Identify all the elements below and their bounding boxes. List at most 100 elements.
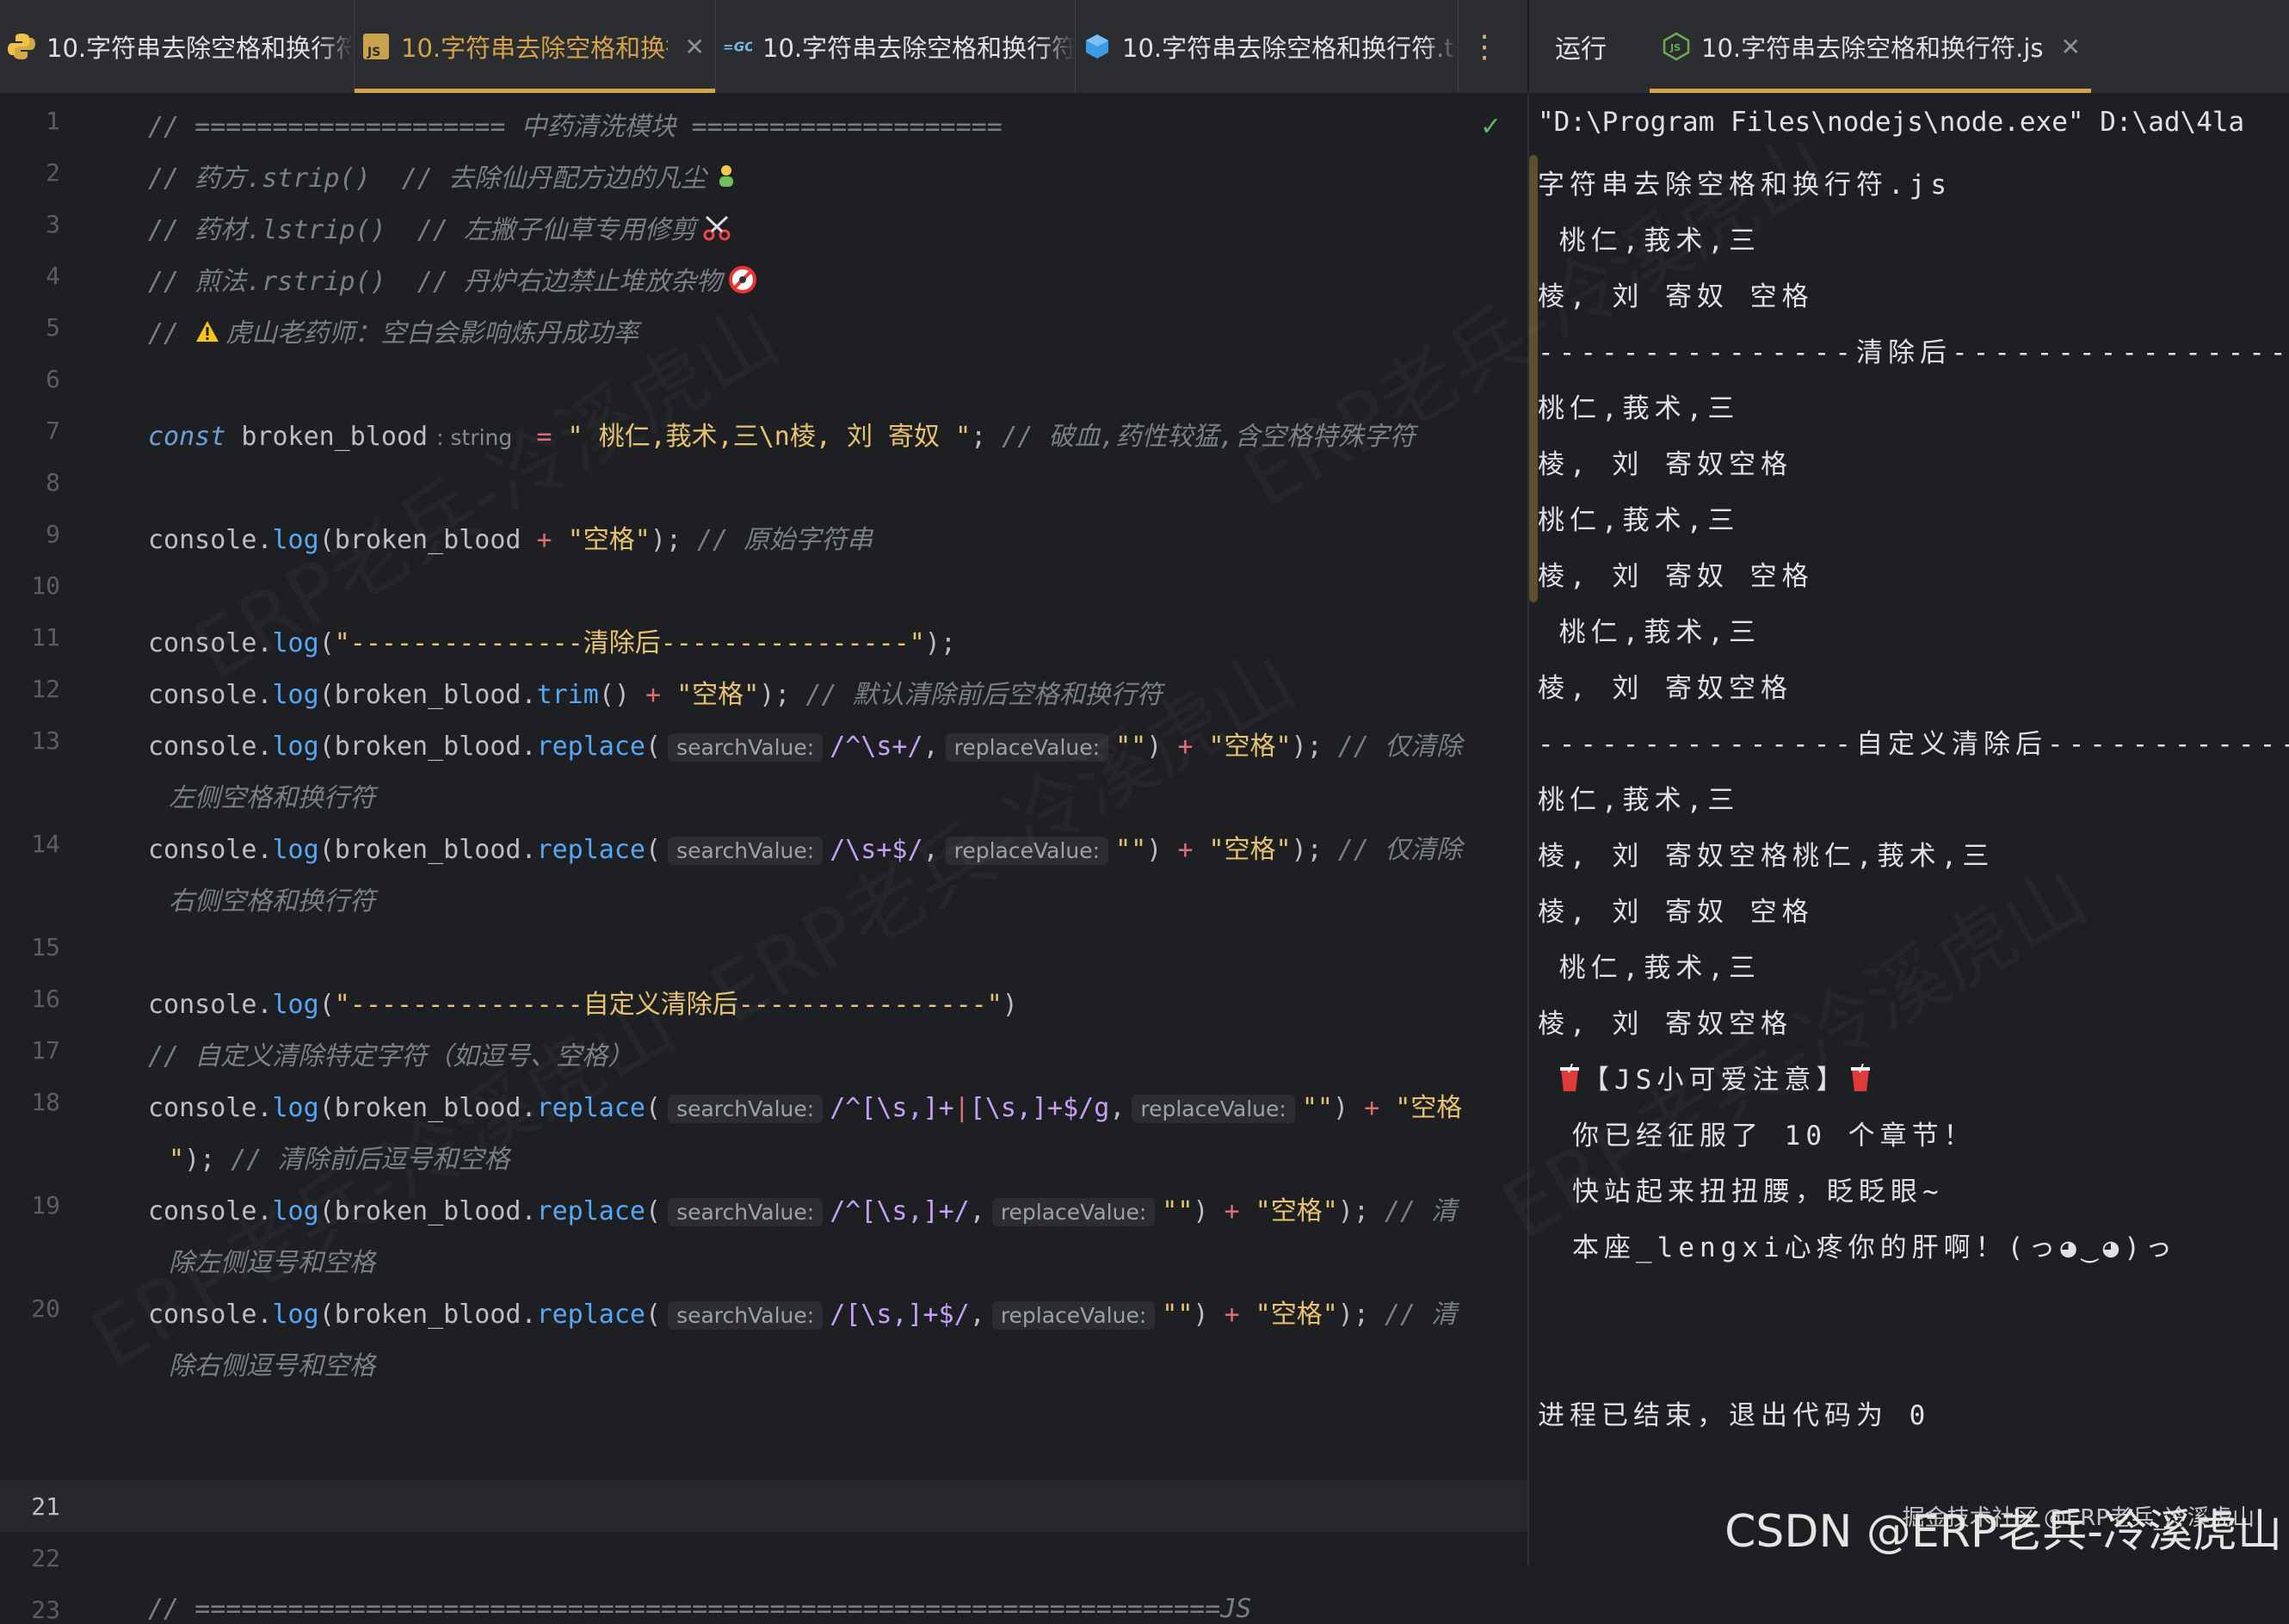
code-line: // 药材.lstrip() // 左撇子仙草专用修剪 bbox=[148, 208, 731, 248]
line-number: 10 bbox=[31, 571, 60, 600]
close-icon[interactable]: ✕ bbox=[2061, 33, 2081, 61]
tab-label: 10.字符串去除空格和换行符.go bbox=[762, 34, 1075, 63]
output-line: 棱, 刘 寄奴 空格 bbox=[1538, 897, 1814, 928]
line-number: 18 bbox=[31, 1088, 60, 1116]
svg-text:JS: JS bbox=[1669, 42, 1681, 53]
line-number: 11 bbox=[31, 623, 60, 651]
person-icon bbox=[713, 164, 739, 196]
parameter-hint: searchValue: bbox=[668, 1095, 824, 1123]
code-line: console.log(broken_blood.replace(searchV… bbox=[148, 1196, 1458, 1226]
line-number: 23 bbox=[31, 1596, 60, 1624]
output-line: 字符串去除空格和换行符.js bbox=[1538, 170, 1952, 201]
code-line: console.log(broken_blood.replace(searchV… bbox=[148, 1300, 1458, 1330]
close-icon[interactable]: ✕ bbox=[685, 33, 705, 61]
code-line: // 煎法.rstrip() // 丹炉右边禁止堆放杂物 bbox=[148, 260, 757, 300]
output-line: 棱, 刘 寄奴空格 bbox=[1538, 673, 1792, 704]
run-output-panel[interactable]: "D:\Program Files\nodejs\node.exe" D:\ad… bbox=[1527, 93, 2289, 1566]
line-number: 12 bbox=[31, 675, 60, 703]
check-icon: ✓ bbox=[1482, 108, 1500, 143]
line-number: 7 bbox=[46, 417, 60, 445]
code-line: // =====================================… bbox=[148, 1594, 1252, 1624]
parameter-hint: replaceValue: bbox=[1132, 1095, 1295, 1123]
output-line: 棱, 刘 寄奴 空格 bbox=[1538, 561, 1814, 592]
line-number: 5 bbox=[46, 313, 60, 342]
process-exit-line: 进程已结束，退出代码为 0 bbox=[1538, 1400, 1931, 1431]
output-line: 桃仁,莪术,三 bbox=[1538, 617, 1761, 648]
svg-text:JS: JS bbox=[367, 46, 380, 59]
parameter-hint: searchValue: bbox=[668, 837, 824, 865]
parameter-hint: searchValue: bbox=[668, 1198, 824, 1226]
code-line: 除右侧逗号和空格 bbox=[169, 1351, 375, 1381]
line-number: 9 bbox=[46, 520, 60, 548]
line-number: 4 bbox=[46, 262, 60, 290]
code-line: console.log("---------------清除后---------… bbox=[148, 628, 956, 658]
line-number: 2 bbox=[46, 158, 60, 187]
code-line: const broken_blood: string = " 桃仁,莪术,三\n… bbox=[148, 422, 1416, 452]
output-line: 你已经征服了 10 个章节！ bbox=[1572, 1121, 1976, 1152]
line-number: 19 bbox=[31, 1191, 60, 1220]
editor-tab-bar: 10.字符串去除空格和换行符.py JS 10.字符串去除空格和换行符.js ✕… bbox=[0, 0, 1527, 94]
cube-icon bbox=[1083, 32, 1112, 61]
line-number: 1 bbox=[46, 107, 60, 135]
python-icon bbox=[7, 32, 36, 61]
parameter-hint: searchValue: bbox=[668, 1301, 824, 1330]
code-line: console.log(broken_blood.replace(searchV… bbox=[148, 1093, 1463, 1123]
code-line: console.log(broken_blood.replace(searchV… bbox=[148, 732, 1462, 762]
warning-icon bbox=[194, 319, 220, 350]
cup-icon bbox=[1848, 1063, 1873, 1100]
output-line: 棱, 刘 寄奴空格桃仁,莪术,三 bbox=[1538, 841, 1995, 872]
output-line: 本座_lengxi心疼你的肝啊！(っ◕‿◕)っ bbox=[1572, 1232, 2177, 1263]
scissors-icon bbox=[703, 215, 731, 248]
no-entry-icon bbox=[729, 265, 757, 300]
parameter-hint: replaceValue: bbox=[945, 837, 1109, 865]
tab-label: 10.字符串去除空格和换行符.ts bbox=[1122, 34, 1459, 63]
code-line: 左侧空格和换行符 bbox=[169, 783, 375, 813]
run-panel-label: 运行 bbox=[1555, 34, 1607, 65]
line-number: 16 bbox=[31, 985, 60, 1013]
csdn-credit: CSDN @ERP老兵-冷溪虎山 bbox=[1724, 1506, 2282, 1558]
output-line: 桃仁,莪术,三 bbox=[1538, 225, 1761, 256]
more-tabs-icon[interactable]: ⋮ bbox=[1459, 0, 1510, 93]
line-number: 17 bbox=[31, 1036, 60, 1065]
code-line: console.log(broken_blood.replace(searchV… bbox=[148, 835, 1462, 865]
line-number: 3 bbox=[46, 210, 60, 238]
parameter-hint: searchValue: bbox=[668, 733, 824, 762]
tab-label: 10.字符串去除空格和换行符.py bbox=[46, 34, 354, 63]
output-line: 棱, 刘 寄奴空格 bbox=[1538, 449, 1792, 480]
line-number: 21 bbox=[31, 1492, 60, 1521]
output-line: 棱, 刘 寄奴空格 bbox=[1538, 1009, 1792, 1040]
code-line: 除左侧逗号和空格 bbox=[169, 1248, 375, 1278]
tab-python-file[interactable]: 10.字符串去除空格和换行符.py bbox=[0, 0, 355, 93]
line-number: 15 bbox=[31, 933, 60, 961]
output-line: 棱, 刘 寄奴 空格 bbox=[1538, 281, 1814, 312]
tab-run-config[interactable]: JS 10.字符串去除空格和换行符.js ✕ bbox=[1650, 0, 2091, 93]
code-editor[interactable]: ✓ 1 2 3 4 5 6 7 8 9 10 11 12 13 14 15 16… bbox=[0, 93, 1527, 1624]
output-line: 快站起来扭扭腰，眨眨眼~ bbox=[1572, 1176, 1944, 1207]
parameter-hint: replaceValue: bbox=[991, 1198, 1156, 1226]
code-line: console.log(broken_blood + "空格"); // 原始字… bbox=[148, 525, 873, 555]
code-line: console.log("---------------自定义清除后------… bbox=[148, 990, 1018, 1020]
code-line: console.log(broken_blood.trim() + "空格");… bbox=[148, 680, 1163, 710]
output-line: "D:\Program Files\nodejs\node.exe" D:\ad… bbox=[1538, 107, 2245, 138]
output-line: 【JS小可爱注意】 bbox=[1557, 1058, 1873, 1100]
code-line: "); // 清除前后逗号和空格 bbox=[169, 1145, 510, 1175]
scrollbar[interactable] bbox=[1529, 155, 1538, 602]
code-line: // ==================== 中药清洗模块 =========… bbox=[148, 112, 1003, 142]
code-line: // 虎山老药师：空白会影响炼丹成功率 bbox=[148, 318, 639, 350]
tab-ts-file[interactable]: 10.字符串去除空格和换行符.ts bbox=[1076, 0, 1459, 93]
javascript-icon: JS bbox=[361, 32, 391, 61]
svg-text:=GO: =GO bbox=[723, 39, 752, 54]
run-tab-label: 10.字符串去除空格和换行符.js bbox=[1701, 34, 2044, 63]
output-line: ---------------清除后---------------- bbox=[1538, 337, 2289, 368]
code-line: 右侧空格和换行符 bbox=[169, 886, 375, 917]
code-line: // 自定义清除特定字符（如逗号、空格） bbox=[148, 1041, 634, 1071]
tab-go-file[interactable]: =GO 10.字符串去除空格和换行符.go bbox=[716, 0, 1076, 93]
current-line-highlight bbox=[0, 1480, 1527, 1532]
line-number: 14 bbox=[31, 830, 60, 858]
tab-javascript-file[interactable]: JS 10.字符串去除空格和换行符.js ✕ bbox=[355, 0, 716, 93]
output-line: ---------------自定义清除后---------------- bbox=[1538, 729, 2289, 760]
nodejs-icon: JS bbox=[1662, 32, 1691, 61]
output-line: 桃仁,莪术,三 bbox=[1538, 785, 1740, 816]
tab-label: 10.字符串去除空格和换行符.js bbox=[401, 34, 668, 63]
run-tab-bar: 运行 JS 10.字符串去除空格和换行符.js ✕ bbox=[1527, 0, 2289, 94]
